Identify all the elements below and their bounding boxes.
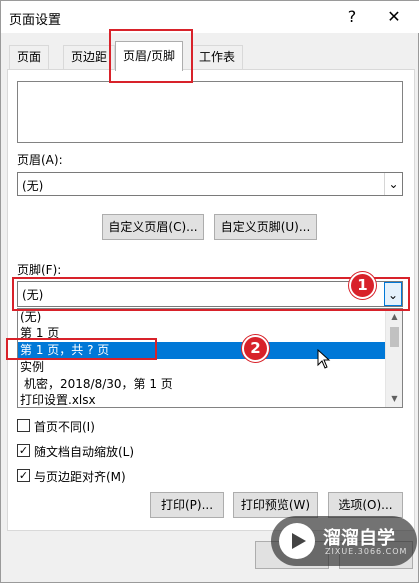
scroll-up-icon[interactable]: ▲ [386, 309, 402, 325]
list-item[interactable]: 打印设置.xlsx [18, 392, 386, 407]
list-scrollbar[interactable]: ▲ ▼ [385, 309, 402, 407]
header-select[interactable]: (无) ⌄ [17, 172, 403, 196]
footer-label: 页脚(F): [17, 263, 62, 277]
tab-margins[interactable]: 页边距 [63, 45, 116, 69]
tab-page[interactable]: 页面 [9, 45, 50, 69]
print-preview-button[interactable]: 打印预览(W) [233, 492, 318, 518]
annotation-marker-1: 1 [349, 272, 376, 299]
watermark-url: ZIXUE.3066.COM [325, 547, 408, 556]
dialog-title: 页面设置 [9, 13, 62, 28]
options-button[interactable]: 选项(O)... [328, 492, 403, 518]
checkmark-icon[interactable]: ✓ [17, 444, 30, 457]
annotation-box-option [6, 338, 157, 360]
page-setup-dialog: 页面设置 ? ✕ 页面 页边距 页眉/页脚 工作表 页眉(A): (无) ⌄ 自… [0, 0, 419, 583]
list-item[interactable]: (无) [18, 309, 386, 326]
custom-header-button[interactable]: 自定义页眉(C)... [102, 214, 204, 240]
checkbox-label: 与页边距对齐(M) [34, 470, 126, 484]
close-button[interactable]: ✕ [379, 5, 409, 29]
tab-header-footer[interactable]: 页眉/页脚 [115, 41, 184, 71]
checkbox-label: 随文档自动缩放(L) [34, 445, 135, 459]
checkbox-empty-icon[interactable] [17, 419, 30, 432]
scroll-thumb[interactable] [390, 327, 399, 347]
checkmark-icon[interactable]: ✓ [17, 469, 30, 482]
list-item[interactable]: 机密，2018/8/30，第 1 页 [18, 376, 386, 393]
help-button[interactable]: ? [339, 5, 365, 29]
header-value: (无) [22, 179, 44, 193]
chevron-down-icon[interactable]: ⌄ [384, 173, 402, 195]
scroll-down-icon[interactable]: ▼ [386, 391, 402, 407]
tab-sheet[interactable]: 工作表 [191, 45, 244, 69]
annotation-marker-2: 2 [242, 335, 269, 362]
watermark: 溜溜自学 ZIXUE.3066.COM [271, 516, 417, 566]
title-bar: 页面设置 ? ✕ [1, 1, 419, 33]
header-preview [17, 81, 403, 143]
custom-footer-button[interactable]: 自定义页脚(U)... [214, 214, 317, 240]
header-label: 页眉(A): [17, 153, 63, 167]
mouse-cursor-icon [317, 349, 331, 369]
play-logo-icon [279, 523, 315, 559]
print-button[interactable]: 打印(P)... [150, 492, 224, 518]
checkbox-label: 首页不同(I) [34, 420, 95, 434]
